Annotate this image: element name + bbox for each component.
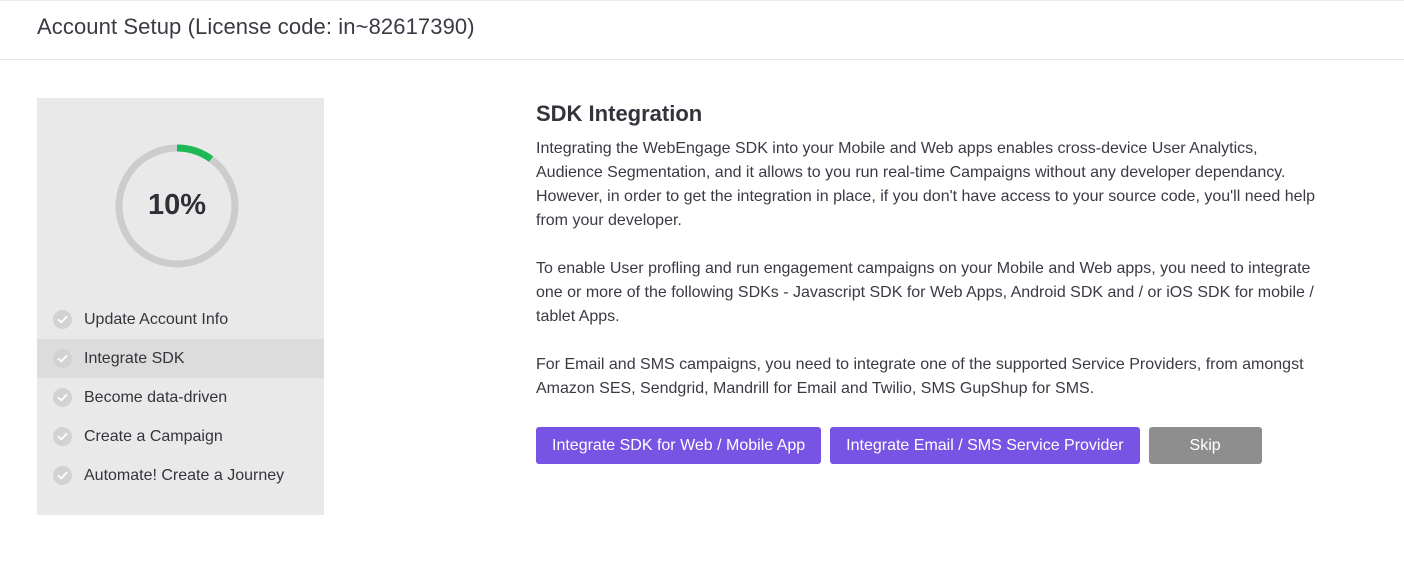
step-create-journey[interactable]: Automate! Create a Journey [37,456,324,495]
step-integrate-sdk[interactable]: Integrate SDK [37,339,324,378]
check-circle-icon [53,427,72,446]
step-label: Update Account Info [84,311,229,328]
step-create-campaign[interactable]: Create a Campaign [37,417,324,456]
setup-steps-list: Update Account Info Integrate SDK Become… [37,300,324,495]
progress-percent: 10% [147,189,207,221]
section-title: SDK Integration [536,101,703,126]
integrate-sdk-button[interactable]: Integrate SDK for Web / Mobile App [536,427,822,464]
check-circle-icon [53,466,72,485]
page-title: Account Setup (License code: in~82617390… [37,14,475,39]
step-label: Create a Campaign [84,428,223,445]
intro-paragraph: Integrating the WebEngage SDK into your … [536,140,1316,229]
setup-progress-sidebar: 10% Update Account Info Integrate SDK Be… [37,98,324,515]
check-circle-icon [53,310,72,329]
action-buttons: Integrate SDK for Web / Mobile App Integ… [536,427,1262,464]
check-circle-icon [53,388,72,407]
step-label: Become data-driven [84,389,228,406]
skip-button[interactable]: Skip [1148,427,1262,464]
progress-ring: 10% [113,142,241,270]
page-header: Account Setup (License code: in~82617390… [0,0,1404,60]
step-update-account-info[interactable]: Update Account Info [37,300,324,339]
account-setup-page: Account Setup (License code: in~82617390… [0,0,1404,561]
sdk-integration-panel: SDK Integration Integrating the WebEngag… [536,100,1336,425]
step-label: Automate! Create a Journey [84,467,285,484]
integrate-email-sms-button[interactable]: Integrate Email / SMS Service Provider [830,427,1140,464]
sdk-paragraph: To enable User profling and run engageme… [536,260,1314,325]
step-label: Integrate SDK [84,350,185,367]
step-become-data-driven[interactable]: Become data-driven [37,378,324,417]
check-circle-icon [53,349,72,368]
providers-paragraph: For Email and SMS campaigns, you need to… [536,356,1304,397]
